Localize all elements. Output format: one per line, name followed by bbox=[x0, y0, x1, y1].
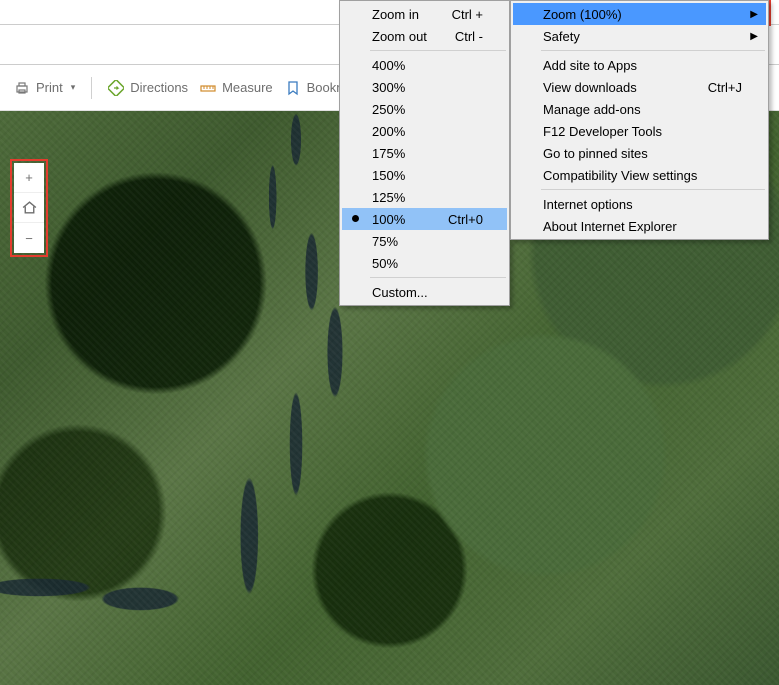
measure-button[interactable]: Measure bbox=[194, 76, 279, 100]
menu-shortcut: Ctrl+0 bbox=[424, 212, 483, 227]
menu-item-f12-tools[interactable]: F12 Developer Tools bbox=[513, 120, 766, 142]
menu-label: Zoom in bbox=[372, 7, 419, 22]
map-zoom-home-button[interactable] bbox=[14, 193, 44, 223]
menu-separator bbox=[541, 50, 765, 51]
menu-item-internet-options[interactable]: Internet options bbox=[513, 193, 766, 215]
menu-item-zoom-level[interactable]: 200% bbox=[342, 120, 507, 142]
menu-item-compat-view[interactable]: Compatibility View settings bbox=[513, 164, 766, 186]
menu-item-zoom-level[interactable]: 400% bbox=[342, 54, 507, 76]
menu-label: 50% bbox=[372, 256, 398, 271]
minus-icon: − bbox=[25, 231, 33, 246]
print-icon bbox=[14, 80, 30, 96]
menu-label: 125% bbox=[372, 190, 405, 205]
radio-bullet-icon bbox=[352, 215, 359, 222]
menu-item-zoom[interactable]: Zoom (100%) ▶ bbox=[513, 3, 766, 25]
menu-item-zoom-custom[interactable]: Custom... bbox=[342, 281, 507, 303]
menu-label: 300% bbox=[372, 80, 405, 95]
menu-item-safety[interactable]: Safety ▶ bbox=[513, 25, 766, 47]
menu-separator bbox=[370, 50, 506, 51]
menu-label: Custom... bbox=[372, 285, 428, 300]
menu-label: Add site to Apps bbox=[543, 58, 637, 73]
menu-label: 400% bbox=[372, 58, 405, 73]
print-button[interactable]: Print ▾ bbox=[8, 76, 81, 100]
map-zoom-control-annotated: + − bbox=[10, 159, 48, 257]
menu-label: 175% bbox=[372, 146, 405, 161]
menu-label: About Internet Explorer bbox=[543, 219, 677, 234]
menu-item-view-downloads[interactable]: View downloads Ctrl+J bbox=[513, 76, 766, 98]
menu-item-zoom-level[interactable]: 250% bbox=[342, 98, 507, 120]
menu-item-zoom-level[interactable]: 300% bbox=[342, 76, 507, 98]
menu-item-zoom-level[interactable]: 75% bbox=[342, 230, 507, 252]
menu-item-zoom-level[interactable]: 175% bbox=[342, 142, 507, 164]
menu-label: 75% bbox=[372, 234, 398, 249]
menu-shortcut: Ctrl - bbox=[431, 29, 483, 44]
map-zoom-in-button[interactable]: + bbox=[14, 163, 44, 193]
print-label: Print bbox=[36, 80, 63, 95]
menu-item-pinned-sites[interactable]: Go to pinned sites bbox=[513, 142, 766, 164]
menu-label: Safety bbox=[543, 29, 580, 44]
map-zoom-out-button[interactable]: − bbox=[14, 223, 44, 253]
ie-tools-menu: Zoom (100%) ▶ Safety ▶ Add site to Apps … bbox=[510, 0, 769, 240]
menu-label: 200% bbox=[372, 124, 405, 139]
directions-icon bbox=[108, 80, 124, 96]
menu-separator bbox=[370, 277, 506, 278]
menu-label: 100% bbox=[372, 212, 405, 227]
menu-label: Internet options bbox=[543, 197, 633, 212]
home-icon bbox=[21, 199, 38, 216]
menu-label: Zoom out bbox=[372, 29, 427, 44]
menu-item-about-ie[interactable]: About Internet Explorer bbox=[513, 215, 766, 237]
menu-item-add-site[interactable]: Add site to Apps bbox=[513, 54, 766, 76]
menu-label: Zoom (100%) bbox=[543, 7, 622, 22]
menu-item-manage-addons[interactable]: Manage add-ons bbox=[513, 98, 766, 120]
directions-label: Directions bbox=[130, 80, 188, 95]
menu-label: View downloads bbox=[543, 80, 637, 95]
menu-item-zoom-level[interactable]: 50% bbox=[342, 252, 507, 274]
menu-shortcut: Ctrl + bbox=[428, 7, 483, 22]
measure-icon bbox=[200, 80, 216, 96]
submenu-arrow-icon: ▶ bbox=[750, 31, 758, 42]
menu-label: Manage add-ons bbox=[543, 102, 641, 117]
menu-label: Go to pinned sites bbox=[543, 146, 648, 161]
menu-item-zoom-level[interactable]: 100% Ctrl+0 bbox=[342, 208, 507, 230]
menu-item-zoom-in[interactable]: Zoom in Ctrl + bbox=[342, 3, 507, 25]
plus-icon: + bbox=[25, 170, 33, 185]
menu-item-zoom-out[interactable]: Zoom out Ctrl - bbox=[342, 25, 507, 47]
menu-item-zoom-level[interactable]: 125% bbox=[342, 186, 507, 208]
menu-label: 250% bbox=[372, 102, 405, 117]
menu-label: Compatibility View settings bbox=[543, 168, 697, 183]
menu-item-zoom-level[interactable]: 150% bbox=[342, 164, 507, 186]
menu-label: 150% bbox=[372, 168, 405, 183]
menu-shortcut: Ctrl+J bbox=[684, 80, 742, 95]
bookmark-icon bbox=[285, 80, 301, 96]
menu-label: F12 Developer Tools bbox=[543, 124, 662, 139]
directions-button[interactable]: Directions bbox=[102, 76, 194, 100]
chevron-down-icon: ▾ bbox=[71, 82, 76, 93]
zoom-submenu: Zoom in Ctrl + Zoom out Ctrl - 400% 300% 2… bbox=[339, 0, 510, 306]
menu-separator bbox=[541, 189, 765, 190]
toolbar-separator bbox=[91, 77, 92, 99]
measure-label: Measure bbox=[222, 80, 273, 95]
submenu-arrow-icon: ▶ bbox=[750, 9, 758, 20]
